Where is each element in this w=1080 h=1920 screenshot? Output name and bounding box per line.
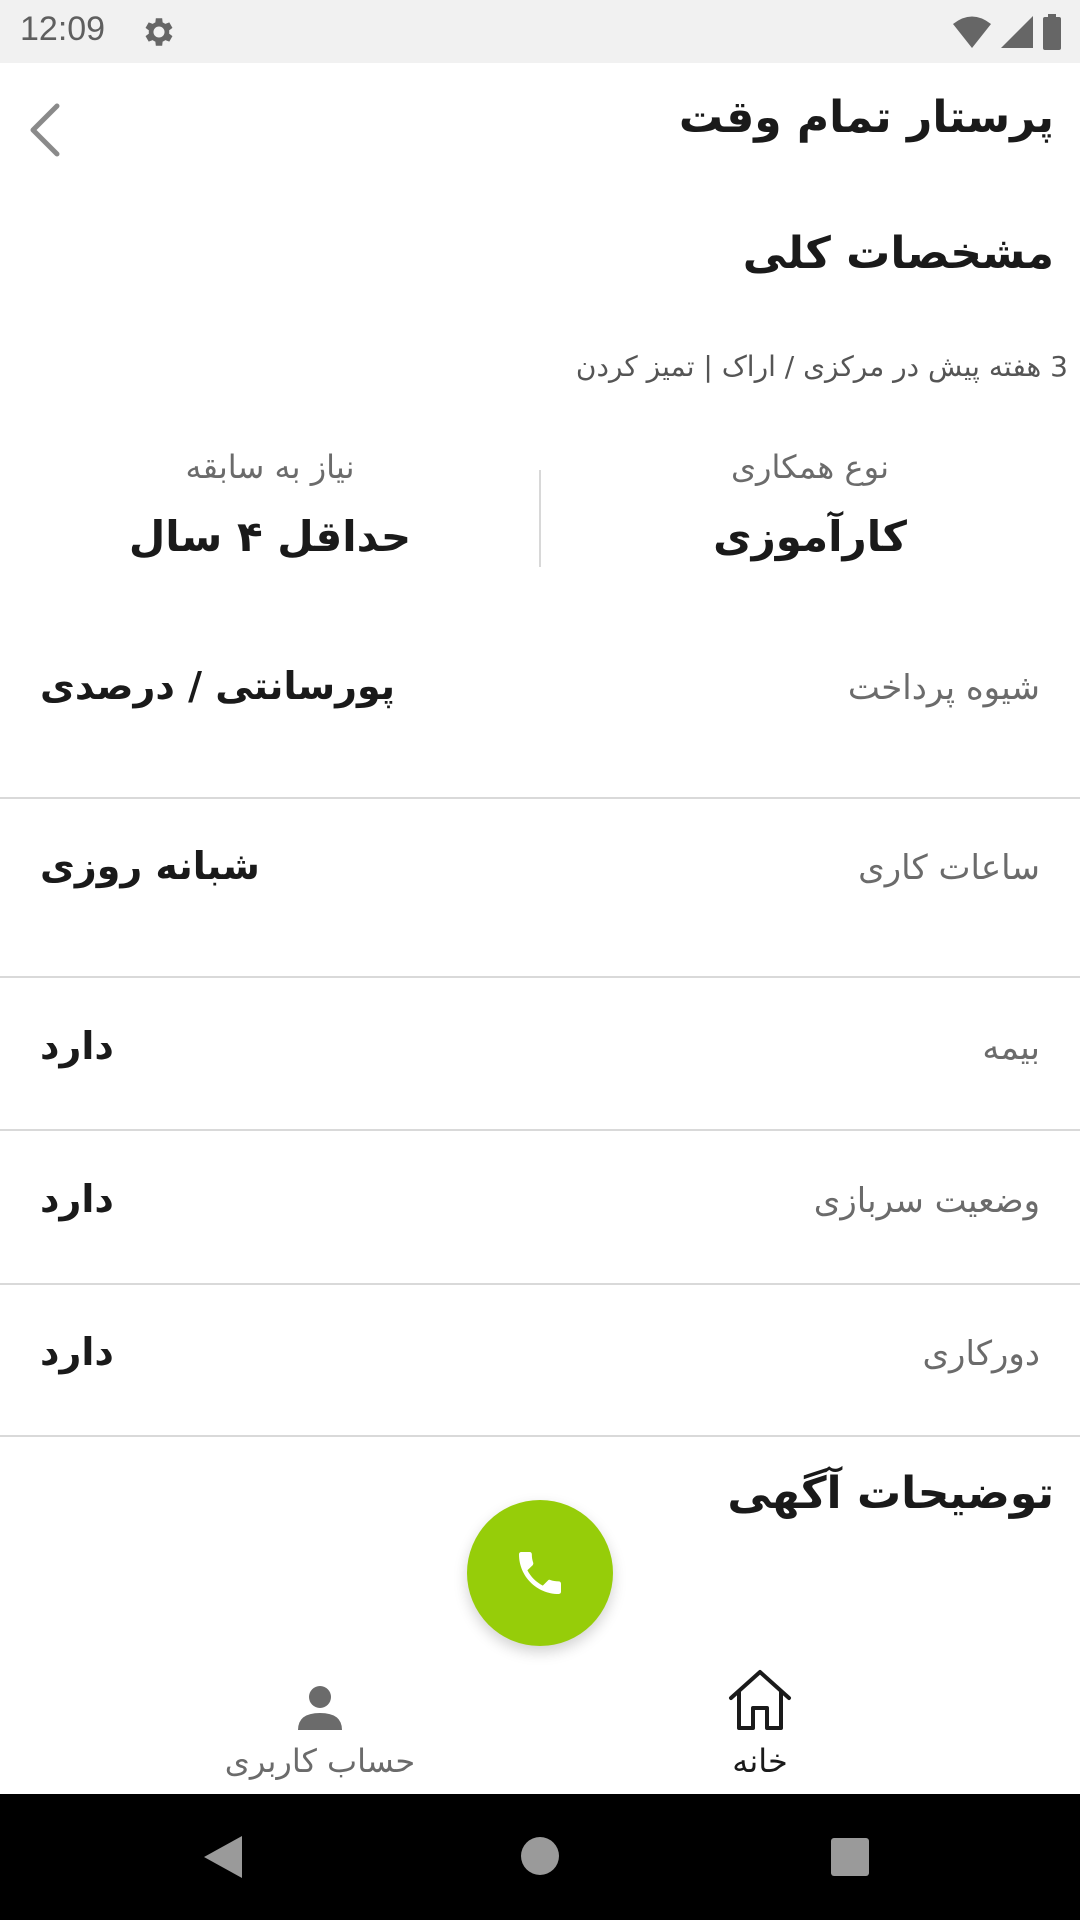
system-nav-bar: [0, 1794, 1080, 1920]
experience-value: حداقل ۴ سال: [128, 512, 412, 561]
description-heading: توضیحات آگهی: [727, 1468, 1054, 1519]
detail-label: وضعیت سربازی: [813, 1181, 1040, 1221]
detail-value: پورسانتی / درصدی: [40, 664, 396, 708]
system-recents-icon[interactable]: [830, 1837, 870, 1877]
nav-home[interactable]: خانه: [610, 1668, 910, 1780]
detail-label: بیمه: [982, 1028, 1040, 1068]
detail-value: دارد: [40, 1330, 114, 1374]
detail-value: دارد: [40, 1024, 114, 1068]
row-divider: [0, 1283, 1080, 1285]
battery-icon: [1043, 14, 1061, 50]
cooperation-type-label: نوع همکاری: [731, 448, 889, 486]
cooperation-type: نوع همکاری کارآموزی: [540, 448, 1080, 561]
detail-value: دارد: [40, 1177, 114, 1221]
row-divider: [0, 976, 1080, 978]
row-divider: [0, 1435, 1080, 1437]
system-back-icon[interactable]: [202, 1834, 244, 1880]
ad-meta: 3 هفته پیش در مرکزی / اراک | تمیز کردن: [575, 350, 1068, 383]
system-home-icon[interactable]: [520, 1836, 560, 1876]
signal-icon: [1001, 16, 1033, 48]
page-title: پرستار تمام وقت: [678, 92, 1054, 143]
wifi-icon: [953, 16, 991, 48]
detail-label: شیوه پرداخت: [847, 668, 1040, 708]
detail-value: شبانه روزی: [40, 844, 260, 888]
nav-account[interactable]: حساب کاربری: [170, 1668, 470, 1780]
phone-icon: [519, 1552, 561, 1594]
overview-heading: مشخصات کلی: [742, 228, 1054, 279]
person-icon: [298, 1686, 342, 1730]
back-button[interactable]: [14, 100, 74, 160]
back-chevron-icon: [30, 103, 60, 157]
detail-label: ساعات کاری: [858, 848, 1040, 888]
nav-account-label: حساب کاربری: [224, 1742, 416, 1780]
nav-home-label: خانه: [732, 1742, 788, 1780]
experience-label: نیاز به سابقه: [185, 448, 355, 486]
call-button[interactable]: [467, 1500, 613, 1646]
home-icon: [729, 1670, 791, 1730]
detail-label: دورکاری: [922, 1334, 1040, 1374]
row-divider: [0, 1129, 1080, 1131]
experience-required: نیاز به سابقه حداقل ۴ سال: [0, 448, 540, 561]
bottom-nav: خانه حساب کاربری: [0, 1650, 1080, 1794]
row-divider: [0, 797, 1080, 799]
status-time: 12:09: [20, 10, 106, 48]
status-bar: 12:09: [0, 0, 1080, 63]
settings-icon: [145, 18, 173, 46]
cooperation-type-value: کارآموزی: [713, 512, 907, 561]
